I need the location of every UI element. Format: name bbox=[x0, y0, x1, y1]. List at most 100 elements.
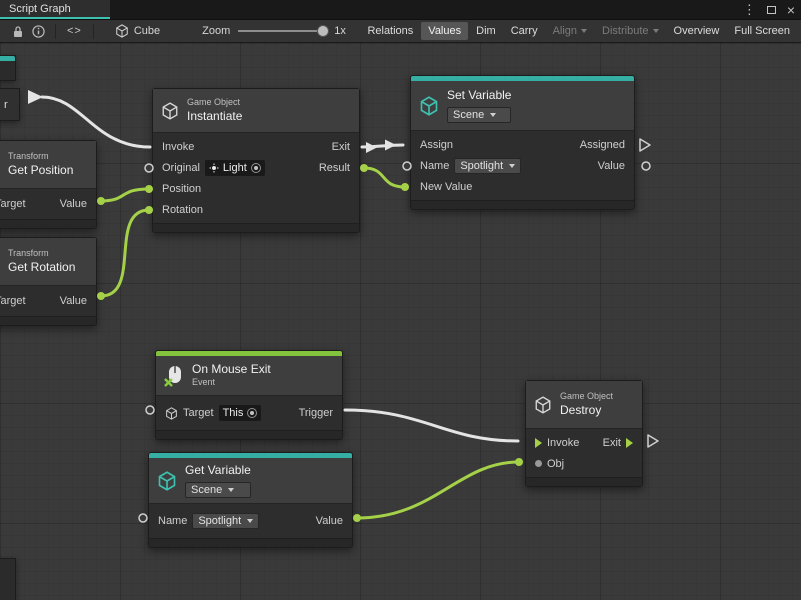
node-title: On Mouse Exit bbox=[192, 362, 271, 378]
port-row: Target This Trigger bbox=[156, 399, 342, 427]
value-port-empty[interactable] bbox=[139, 514, 147, 522]
node-destroy[interactable]: Game Object Destroy Invoke Exit Obj bbox=[525, 380, 643, 487]
target-port-label: Target bbox=[0, 295, 26, 307]
chevron-down-icon bbox=[228, 488, 234, 492]
node-header: Set Variable Scene bbox=[411, 81, 634, 131]
new-value-port-label: New Value bbox=[420, 181, 472, 193]
node-get-rotation[interactable]: Transform Get Rotation Target Value bbox=[0, 237, 97, 326]
obj-port-label: Obj bbox=[547, 458, 564, 470]
wire-getrotation-to-rotation bbox=[101, 210, 149, 296]
overview-button[interactable]: Overview bbox=[667, 22, 727, 40]
node-on-mouse-exit[interactable]: On Mouse Exit Event Target This Trigger bbox=[155, 350, 343, 440]
chevron-down-icon bbox=[581, 29, 587, 33]
value-port-connected[interactable] bbox=[353, 514, 361, 522]
dim-button[interactable]: Dim bbox=[469, 22, 503, 40]
node-title: Get Position bbox=[8, 163, 73, 179]
distribute-label: Distribute bbox=[602, 25, 648, 37]
node-set-variable[interactable]: Set Variable Scene Assign Assigned Name … bbox=[410, 75, 635, 210]
assigned-port-label: Assigned bbox=[580, 139, 625, 151]
node-instantiate[interactable]: Game Object Instantiate Invoke Exit Orig… bbox=[152, 88, 360, 233]
exit-port-label: Exit bbox=[332, 141, 350, 153]
node-category: Game Object bbox=[560, 391, 613, 403]
flow-port-empty[interactable] bbox=[648, 435, 658, 447]
value-port-connected[interactable] bbox=[515, 458, 523, 466]
original-port-label: Original bbox=[162, 162, 200, 174]
carry-button[interactable]: Carry bbox=[504, 22, 545, 40]
port-row: Name Spotlight Value bbox=[149, 507, 352, 535]
node-get-position[interactable]: Transform Get Position Target Value bbox=[0, 140, 97, 229]
lock-icon[interactable] bbox=[8, 21, 28, 41]
clipped-node-fragment bbox=[0, 55, 16, 81]
value-port-connected[interactable] bbox=[97, 197, 105, 205]
variable-name-dropdown[interactable]: Spotlight bbox=[454, 158, 521, 174]
window-controls: ⋮ × bbox=[743, 0, 795, 19]
object-picker-icon[interactable] bbox=[251, 163, 261, 173]
toolbar-buttons: Relations Values Dim Carry Align Distrib… bbox=[360, 22, 797, 40]
value-port-empty[interactable] bbox=[146, 406, 154, 414]
node-footer bbox=[156, 430, 342, 439]
node-body: Invoke Exit Obj bbox=[526, 429, 642, 475]
port-row: Invoke Exit bbox=[153, 136, 359, 157]
invoke-port-label: Invoke bbox=[547, 437, 579, 449]
trigger-port-label: Trigger bbox=[299, 407, 333, 419]
value-port-connected[interactable] bbox=[360, 164, 368, 172]
node-header: Transform Get Rotation bbox=[0, 238, 96, 286]
graph-context[interactable]: Cube bbox=[115, 24, 160, 38]
node-header: Game Object Destroy bbox=[526, 381, 642, 429]
object-field[interactable]: Light bbox=[205, 160, 265, 176]
variable-name-dropdown[interactable]: Spotlight bbox=[192, 513, 259, 529]
fullscreen-label: Full Screen bbox=[734, 25, 790, 37]
align-label: Align bbox=[553, 25, 577, 37]
node-body: Target Value bbox=[0, 189, 96, 217]
kebab-menu-icon[interactable]: ⋮ bbox=[743, 2, 756, 18]
zoom-slider-track bbox=[238, 30, 326, 32]
name-port-label: Name bbox=[158, 515, 187, 527]
port-row: Name Spotlight Value bbox=[411, 155, 634, 176]
port-row: Assign Assigned bbox=[411, 134, 634, 155]
value-port-connected[interactable] bbox=[401, 183, 409, 191]
toolbar-separator bbox=[93, 24, 94, 39]
value-port-connected[interactable] bbox=[97, 292, 105, 300]
cube-icon bbox=[115, 24, 129, 38]
port-row: Obj bbox=[526, 453, 642, 474]
object-field-value: Light bbox=[223, 162, 247, 174]
align-button[interactable]: Align bbox=[546, 22, 594, 40]
clipped-node-fragment: r bbox=[0, 88, 20, 121]
variable-scope-dropdown[interactable]: Scene bbox=[447, 107, 511, 123]
code-icon[interactable]: <> bbox=[67, 25, 82, 37]
flow-arrowhead bbox=[366, 142, 377, 153]
wire-instantiate-exit-to-set-assign bbox=[362, 145, 403, 147]
invoke-port-label: Invoke bbox=[162, 141, 194, 153]
assign-port-label: Assign bbox=[420, 139, 453, 151]
info-icon[interactable] bbox=[28, 21, 48, 41]
object-picker-icon[interactable] bbox=[247, 408, 257, 418]
variable-scope-dropdown[interactable]: Scene bbox=[185, 482, 251, 498]
values-button[interactable]: Values bbox=[421, 22, 468, 40]
zoom-slider-knob[interactable] bbox=[317, 25, 329, 37]
flow-port-empty[interactable] bbox=[640, 139, 650, 151]
clipped-node-fragment bbox=[0, 558, 16, 600]
obj-port-dot-icon bbox=[535, 460, 542, 467]
zoom-label: Zoom bbox=[202, 25, 230, 37]
variable-name-value: Spotlight bbox=[198, 515, 241, 527]
object-field[interactable]: This bbox=[219, 405, 262, 421]
value-port-label: Value bbox=[316, 515, 343, 527]
maximize-icon[interactable] bbox=[767, 6, 776, 14]
node-get-variable[interactable]: Get Variable Scene Name Spotlight Value bbox=[148, 452, 353, 548]
zoom-slider[interactable] bbox=[238, 25, 326, 37]
relations-button[interactable]: Relations bbox=[360, 22, 420, 40]
close-icon[interactable]: × bbox=[787, 3, 795, 17]
tab-script-graph[interactable]: Script Graph bbox=[0, 0, 110, 19]
node-category: Game Object bbox=[187, 97, 242, 109]
wires-layer bbox=[0, 43, 801, 600]
value-port-empty[interactable] bbox=[642, 162, 650, 170]
graph-canvas[interactable]: r Transform Get Position Target Value bbox=[0, 43, 801, 600]
name-port-label: Name bbox=[420, 160, 449, 172]
distribute-button[interactable]: Distribute bbox=[595, 22, 665, 40]
relations-label: Relations bbox=[367, 25, 413, 37]
fullscreen-button[interactable]: Full Screen bbox=[727, 22, 797, 40]
flow-in-arrow-icon bbox=[535, 438, 542, 448]
rotation-port-label: Rotation bbox=[162, 204, 203, 216]
cube-icon bbox=[534, 396, 552, 414]
clipped-port-label: r bbox=[0, 99, 8, 111]
